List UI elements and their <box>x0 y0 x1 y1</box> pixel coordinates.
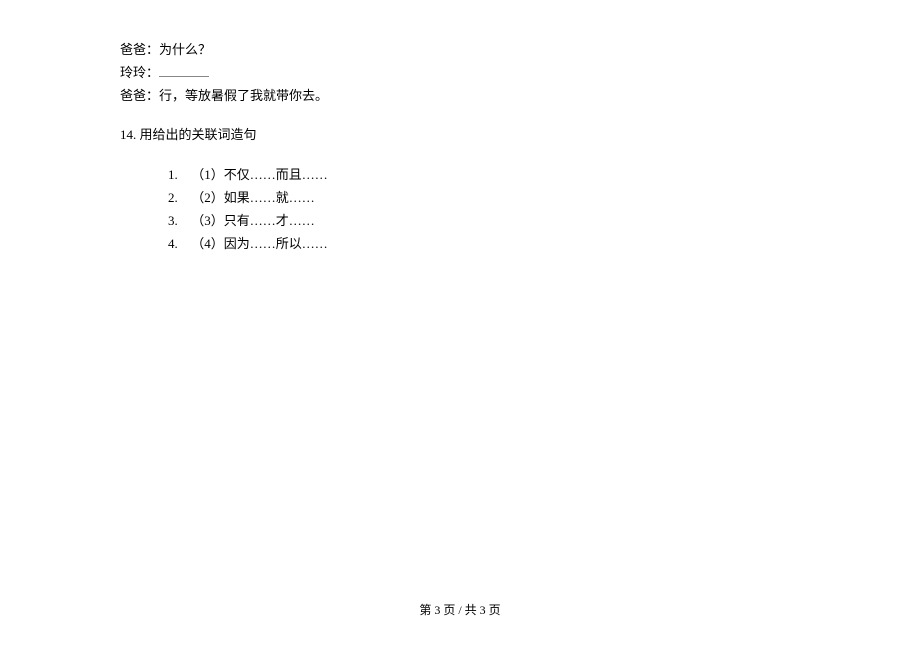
list-item: 1. （1）不仅……而且…… <box>168 165 800 186</box>
dialogue-line-1: 爸爸：为什么？ <box>120 40 800 61</box>
speaker-label: 玲玲： <box>120 65 159 80</box>
item-number: 2. <box>168 188 188 209</box>
item-text: （2）如果……就…… <box>191 190 315 205</box>
question-number: 14. <box>120 127 136 142</box>
blank-fill <box>159 65 209 77</box>
question-14: 14. 用给出的关联词造句 <box>120 124 800 143</box>
dialogue-text: 行，等放暑假了我就带你去。 <box>159 88 328 103</box>
dialogue-line-3: 爸爸：行，等放暑假了我就带你去。 <box>120 86 800 107</box>
page-footer: 第 3 页 / 共 3 页 <box>0 601 920 618</box>
item-number: 4. <box>168 234 188 255</box>
dialogue-text: 为什么？ <box>159 42 211 57</box>
dialogue-line-2: 玲玲： <box>120 63 800 84</box>
list-item: 2. （2）如果……就…… <box>168 188 800 209</box>
page-number: 第 3 页 / 共 3 页 <box>419 603 500 617</box>
question-text: 用给出的关联词造句 <box>140 127 257 142</box>
item-text: （4）因为……所以…… <box>191 236 328 251</box>
speaker-label: 爸爸： <box>120 88 159 103</box>
item-text: （1）不仅……而且…… <box>191 167 328 182</box>
list-item: 3. （3）只有……才…… <box>168 211 800 232</box>
page-content: 爸爸：为什么？ 玲玲： 爸爸：行，等放暑假了我就带你去。 14. 用给出的关联词… <box>0 0 920 255</box>
item-number: 1. <box>168 165 188 186</box>
speaker-label: 爸爸： <box>120 42 159 57</box>
item-text: （3）只有……才…… <box>191 213 315 228</box>
item-number: 3. <box>168 211 188 232</box>
list-item: 4. （4）因为……所以…… <box>168 234 800 255</box>
sub-question-list: 1. （1）不仅……而且…… 2. （2）如果……就…… 3. （3）只有……才… <box>168 165 800 254</box>
